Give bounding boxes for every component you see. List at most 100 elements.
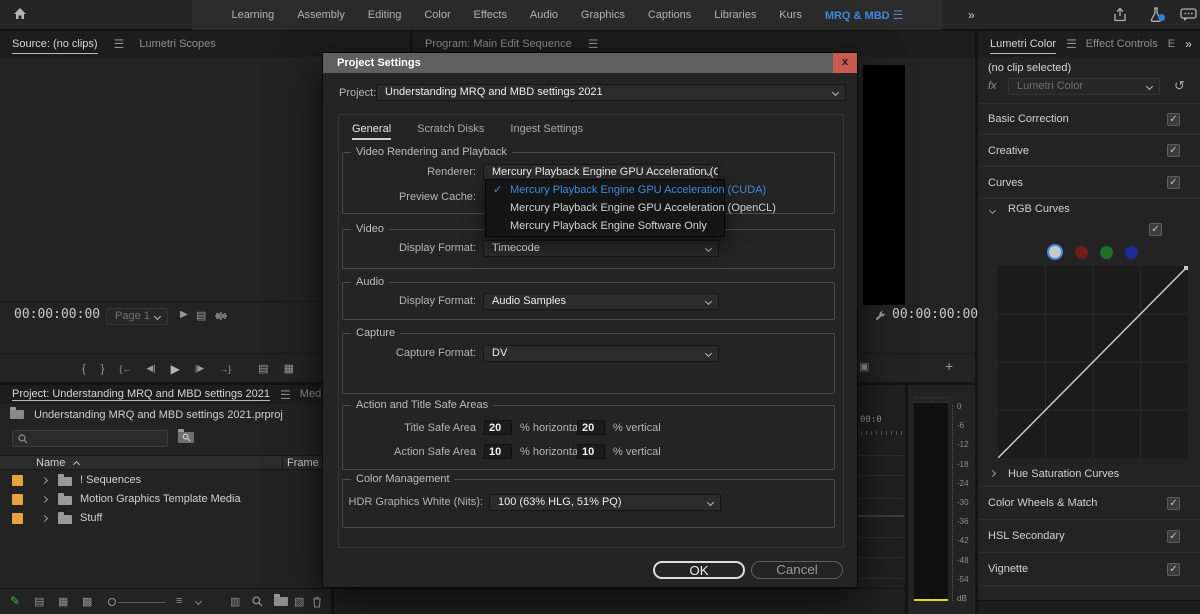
list-view-icon[interactable]: ▤ [34,595,44,608]
timeline-ruler-ticks[interactable] [856,431,904,435]
audio-meter-bars[interactable] [914,403,948,601]
hue-sat-expand-icon[interactable] [989,470,996,477]
workspace-tab-learning[interactable]: Learning [231,9,274,21]
expand-chevron-icon[interactable] [41,477,48,484]
bin-name[interactable]: Stuff [80,512,102,524]
ok-button[interactable]: OK [653,561,745,579]
mark-out-button[interactable]: } [101,363,105,375]
source-panel-menu-icon[interactable]: ☰ [114,37,124,51]
tab-lumetri-color[interactable]: Lumetri Color [990,32,1056,57]
overwrite-button[interactable]: ▦ [284,362,294,375]
freeform-view-icon[interactable]: ▩ [82,595,92,608]
curve-channel-blue-button[interactable] [1125,246,1138,259]
workspace-tab-assembly[interactable]: Assembly [297,9,345,21]
curve-channel-green-button[interactable] [1100,246,1113,259]
section-vignette[interactable]: Vignette [978,553,1200,586]
section-hue-saturation-curves[interactable]: Hue Saturation Curves [978,461,1200,487]
label-color-chip[interactable] [12,513,23,524]
bin-row[interactable]: Motion Graphics Template Media [0,490,331,509]
step-forward-button[interactable]: |▶ [195,363,204,374]
workspace-tab-kurs[interactable]: Kurs [779,9,802,21]
source-page-select[interactable]: Page 1 [106,308,168,325]
lumetri-effect-select[interactable]: Lumetri Color [1008,78,1160,95]
section-color-wheels[interactable]: Color Wheels & Match [978,487,1200,520]
section-basic-correction[interactable]: Basic Correction [978,103,1200,135]
workspace-tab-color[interactable]: Color [424,9,450,21]
workspace-overflow-button[interactable]: » [968,8,975,22]
bin-row[interactable]: ! Sequences [0,471,331,490]
project-select[interactable]: Understanding MRQ and MBD settings 2021 [376,84,846,101]
rgb-curves-collapse-icon[interactable] [989,207,996,214]
section-creative[interactable]: Creative [978,135,1200,167]
panel-overflow-button[interactable]: » [1185,37,1192,51]
source-play-proxy-icon[interactable]: ▶ [180,309,188,320]
program-timecode[interactable]: 00:00:00:00 [892,307,978,322]
project-breadcrumb[interactable]: Understanding MRQ and MBD settings 2021.… [34,409,283,421]
export-frame-icon[interactable]: ▣ [859,360,869,373]
audio-display-format-select[interactable]: Audio Samples [483,293,719,310]
insert-button[interactable]: ▤ [258,362,268,375]
tab-scratch-disks[interactable]: Scratch Disks [417,123,484,140]
automate-to-sequence-icon[interactable]: ▥ [230,595,240,608]
section-curves[interactable]: Curves [978,167,1200,199]
menu-item-cuda[interactable]: ✓ Mercury Playback Engine GPU Accelerati… [486,181,724,199]
creative-checkbox[interactable] [1167,144,1180,157]
trash-icon[interactable] [312,596,322,608]
dialog-title[interactable]: Project Settings [323,53,857,73]
new-bin-icon[interactable] [274,597,288,609]
quick-export-icon[interactable] [1112,7,1128,23]
vignette-checkbox[interactable] [1167,563,1180,576]
tab-ingest-settings[interactable]: Ingest Settings [510,123,583,140]
tab-general[interactable]: General [352,123,391,140]
search-input[interactable] [12,430,168,447]
curve-channel-white-button[interactable] [1047,244,1063,260]
workspace-tab-audio[interactable]: Audio [530,9,558,21]
sort-icon[interactable]: ≡ [176,595,182,607]
tab-project[interactable]: Project: Understanding MRQ and MBD setti… [12,385,270,404]
rgb-curves-checkbox[interactable] [1149,223,1162,236]
label-color-chip[interactable] [12,475,23,486]
bin-row[interactable]: Stuff [0,509,331,528]
dialog-close-button[interactable]: x [833,53,857,73]
project-panel-menu-icon[interactable]: ☰ [280,388,290,402]
zoom-slider-handle[interactable] [108,598,116,606]
workspace-tab-graphics[interactable]: Graphics [581,9,625,21]
mark-in-button[interactable]: { [82,363,86,375]
workspace-tab-effects[interactable]: Effects [474,9,507,21]
navigate-up-folder-icon[interactable] [10,410,24,422]
zoom-slider-track[interactable] [118,602,166,603]
go-to-in-button[interactable]: {← [119,364,131,374]
workspace-tab-editing[interactable]: Editing [368,9,402,21]
menu-item-opencl[interactable]: Mercury Playback Engine GPU Acceleration… [486,199,724,217]
title-safe-horizontal-input[interactable] [484,420,512,435]
color-wheels-checkbox[interactable] [1167,497,1180,510]
workspace-menu-icon[interactable]: ☰ [893,8,903,22]
workspace-tab-captions[interactable]: Captions [648,9,691,21]
go-to-out-button[interactable]: →} [219,364,231,374]
play-button[interactable]: ▶ [171,362,180,376]
lumetri-panel-menu-icon[interactable]: ☰ [1066,37,1076,51]
find-icon[interactable] [252,596,263,607]
home-icon[interactable] [12,6,28,22]
search-bin-icon[interactable] [178,432,194,446]
column-header-name[interactable]: Name [36,457,65,469]
source-settings-icon[interactable]: ▤ [196,309,206,322]
label-color-chip[interactable] [12,494,23,505]
title-safe-vertical-input[interactable] [577,420,605,435]
sort-chevron-icon[interactable] [195,598,202,605]
curves-checkbox[interactable] [1167,176,1180,189]
wrench-settings-icon[interactable] [875,310,886,321]
add-button-icon[interactable]: + [945,358,953,374]
expand-chevron-icon[interactable] [41,515,48,522]
audio-waveform-icon[interactable] [214,311,228,321]
expand-chevron-icon[interactable] [41,496,48,503]
source-timecode[interactable]: 00:00:00:00 [14,307,100,322]
rgb-curve-editor[interactable] [998,266,1188,458]
bin-name[interactable]: ! Sequences [80,474,141,486]
tab-effect-controls[interactable]: Effect Controls [1086,32,1158,57]
workspace-tab-libraries[interactable]: Libraries [714,9,756,21]
bin-name[interactable]: Motion Graphics Template Media [80,493,241,505]
step-back-button[interactable]: ◀| [146,363,155,374]
basic-correction-checkbox[interactable] [1167,113,1180,126]
hsl-secondary-checkbox[interactable] [1167,530,1180,543]
